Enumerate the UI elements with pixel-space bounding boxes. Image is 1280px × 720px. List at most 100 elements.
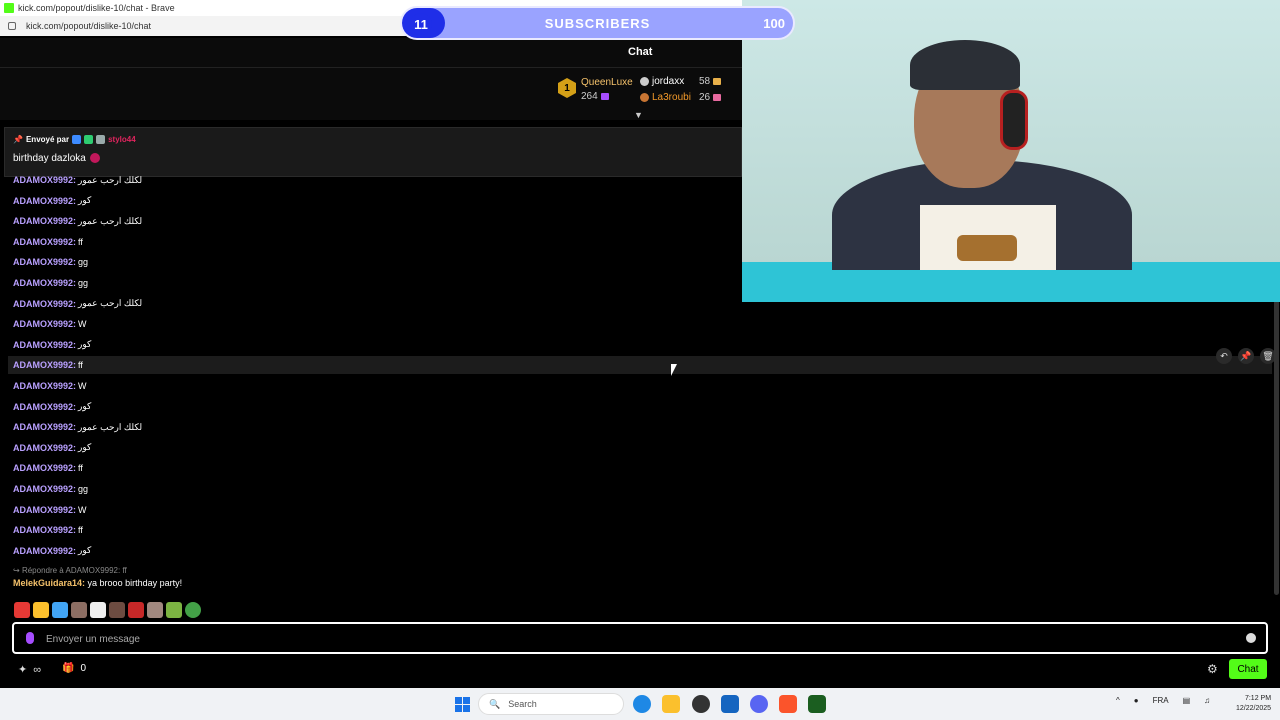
message-username[interactable]: ADAMOX9992: [13, 484, 76, 494]
emote-icon[interactable] [71, 602, 87, 618]
message-username[interactable]: ADAMOX9992: [13, 175, 76, 185]
chat-input[interactable] [46, 630, 1226, 648]
message-username[interactable]: ADAMOX9992: [13, 402, 76, 412]
infinity-icon[interactable]: ∞ [33, 664, 41, 676]
chat-message[interactable]: ADAMOX9992: ff [8, 521, 1272, 539]
chat-message[interactable]: ADAMOX9992: gg [8, 480, 1272, 498]
chat-message[interactable]: ADAMOX9992: كور [8, 439, 1272, 457]
brave-icon[interactable] [779, 695, 797, 713]
message-username[interactable]: ADAMOX9992: [13, 216, 76, 226]
chat-input-box[interactable] [12, 622, 1268, 654]
message-username[interactable]: ADAMOX9992: [13, 299, 76, 309]
chat-title: Chat [628, 46, 653, 58]
emote-icon[interactable] [52, 602, 68, 618]
message-text: ff [78, 360, 83, 371]
emoji-picker-icon[interactable] [1246, 633, 1256, 643]
gifter-row-1[interactable]: jordaxx [640, 76, 684, 87]
chat-message[interactable]: ADAMOX9992: W [8, 501, 1272, 519]
message-username[interactable]: ADAMOX9992: [13, 443, 76, 453]
chevron-up-icon[interactable]: ^ [1116, 696, 1120, 705]
pinned-text: birthday dazloka [13, 153, 100, 164]
emote-icon[interactable] [128, 602, 144, 618]
sent-by-label: Envoyé par [25, 135, 70, 144]
message-username[interactable]: ADAMOX9992: [13, 319, 76, 329]
message-username[interactable]: ADAMOX9992: [13, 278, 76, 288]
chat-message[interactable]: ADAMOX9992: W [8, 377, 1272, 395]
url-text[interactable]: kick.com/popout/dislike-10/chat [26, 21, 151, 31]
kick-app-icon[interactable] [808, 695, 826, 713]
file-explorer-icon[interactable] [662, 695, 680, 713]
chat-message[interactable]: ADAMOX9992: ff [8, 356, 1272, 375]
message-username[interactable]: ADAMOX9992: [13, 546, 76, 556]
emote-icon[interactable] [166, 602, 182, 618]
message-username[interactable]: ADAMOX9992: [13, 360, 76, 370]
message-username[interactable]: ADAMOX9992: [13, 257, 76, 267]
send-chat-button[interactable]: Chat [1229, 659, 1267, 679]
store-icon[interactable] [721, 695, 739, 713]
reply-icon[interactable]: ↶ [1216, 348, 1232, 364]
gear-icon[interactable]: ⚙ [1207, 662, 1218, 676]
steam-icon[interactable] [692, 695, 710, 713]
message-username[interactable]: ADAMOX9992: [13, 196, 76, 206]
microphone-tray-icon[interactable]: ● [1134, 696, 1139, 705]
silver-medal-icon [640, 76, 649, 86]
language-indicator[interactable]: FRA [1153, 696, 1169, 705]
pinned-header: 📌 Envoyé par stylo44 [13, 135, 136, 144]
site-info-icon[interactable] [8, 22, 16, 30]
message-text: كور [78, 442, 92, 453]
message-username[interactable]: ADAMOX9992: [13, 340, 76, 350]
emote-icon[interactable] [33, 602, 49, 618]
gifter-name: jordaxx [652, 76, 685, 87]
gifter-row-2[interactable]: La3roubi [640, 92, 691, 103]
gift-counter[interactable]: 🎁 0 [62, 663, 86, 674]
chat-message[interactable]: ADAMOX9992: لكلك ارحب عمور [8, 418, 1272, 436]
microphone-icon[interactable] [26, 632, 34, 644]
message-text: كور [78, 195, 92, 206]
volume-icon[interactable]: ♫ [1204, 696, 1210, 705]
chat-message[interactable]: ADAMOX9992: كور [8, 542, 1272, 560]
discord-icon[interactable] [750, 695, 768, 713]
gift-box-icon: 🎁 [62, 663, 75, 674]
message-text: لكلك ارحب عمور [78, 298, 143, 309]
message-username[interactable]: ADAMOX9992: [13, 463, 76, 473]
system-clock[interactable]: 7:12 PM 12/22/2025 [1236, 694, 1271, 714]
windows-start-icon[interactable] [455, 697, 470, 712]
message-username[interactable]: ADAMOX9992: [13, 237, 76, 247]
edge-icon[interactable] [633, 695, 651, 713]
chat-message[interactable]: ADAMOX9992: كور [8, 336, 1272, 354]
chat-message[interactable]: ADAMOX9992: W [8, 315, 1272, 333]
reply-reference-text: Répondre à ADAMOX9992: ff [21, 566, 127, 575]
gift-leaderboard: 1 QueenLuxe 264 jordaxx 58 La3roubi 26 ▼ [0, 68, 742, 120]
search-label: Search [508, 699, 537, 709]
subscriber-goal-label: SUBSCRIBERS [544, 16, 651, 31]
reply-reference[interactable]: ↪ Répondre à ADAMOX9992: ff [13, 566, 127, 575]
windows-taskbar: 🔍 Search ^ ● FRA ▤ ♫ 7:12 PM 12/22/2025 [0, 688, 1280, 720]
pin-message-icon[interactable]: 📌 [1238, 348, 1254, 364]
message-username[interactable]: ADAMOX9992: [13, 422, 76, 432]
chat-scrollbar[interactable] [1274, 300, 1279, 595]
emote-icon[interactable] [109, 602, 125, 618]
chat-message[interactable]: ADAMOX9992: ff [8, 459, 1272, 477]
message-username[interactable]: ADAMOX9992: [13, 505, 76, 515]
message-text: W [78, 504, 87, 515]
top-gifter-name[interactable]: QueenLuxe [581, 77, 633, 88]
message-username[interactable]: ADAMOX9992: [13, 381, 76, 391]
kick-logo-icon [4, 3, 14, 13]
pinned-sender[interactable]: stylo44 [108, 135, 136, 144]
network-icon[interactable]: ▤ [1183, 696, 1191, 705]
emote-icon[interactable] [185, 602, 201, 618]
badge-icon [84, 135, 94, 144]
collapse-leaderboard-icon[interactable]: ▼ [634, 110, 643, 120]
message-action-tools: ↶ 📌 🗑 [1216, 348, 1276, 364]
message-username[interactable]: MelekGuidara14: [13, 578, 85, 588]
emote-icon[interactable] [90, 602, 106, 618]
gift-icon [600, 92, 609, 100]
emote-icon[interactable] [14, 602, 30, 618]
message-text: gg [78, 257, 89, 268]
settings-badge-icon[interactable]: ✦ [18, 663, 27, 676]
taskbar-search[interactable]: 🔍 Search [478, 693, 624, 715]
message-username[interactable]: ADAMOX9992: [13, 525, 76, 535]
reply-message: MelekGuidara14: ya brooo birthday party! [13, 578, 182, 588]
chat-message[interactable]: ADAMOX9992: كور [8, 398, 1272, 416]
emote-icon[interactable] [147, 602, 163, 618]
